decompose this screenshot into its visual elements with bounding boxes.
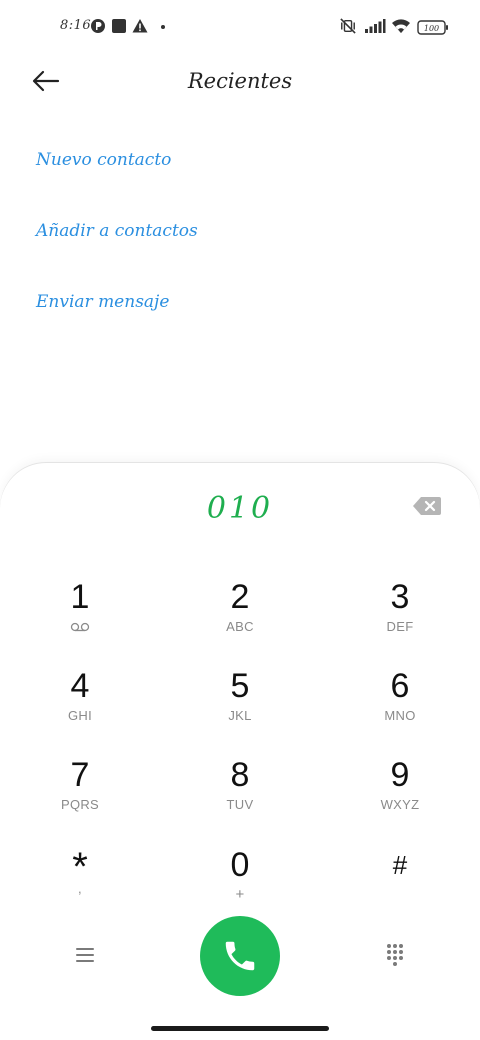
wifi-icon [392, 19, 410, 33]
mute-vibrate-icon [340, 18, 356, 34]
key-letters: WXYZ [380, 797, 420, 812]
dial-key-hash[interactable]: # [340, 845, 460, 925]
key-digit: 5 [230, 667, 250, 705]
key-letters: , [78, 881, 82, 896]
backspace-button[interactable] [412, 495, 442, 517]
key-digit: 0 [230, 846, 250, 884]
key-letters: MNO [384, 708, 416, 723]
key-digit: 1 [70, 578, 90, 616]
dial-key-5[interactable]: 5 JKL [180, 666, 300, 746]
dialpad-icon [387, 944, 403, 966]
page-title: Recientes [187, 69, 293, 93]
add-to-contacts-action[interactable]: Añadir a contactos [36, 219, 198, 243]
dial-key-star[interactable]: * , [20, 845, 140, 925]
status-bar: 8:16 100 [0, 0, 480, 56]
home-indicator[interactable] [151, 1026, 329, 1031]
dial-key-4[interactable]: 4 GHI [20, 666, 140, 746]
new-contact-action[interactable]: Nuevo contacto [36, 148, 171, 172]
dial-key-7[interactable]: 7 PQRS [20, 755, 140, 835]
key-digit: 3 [390, 578, 410, 616]
key-digit: 8 [230, 756, 250, 794]
status-time: 8:16 [60, 18, 92, 33]
key-digit: 9 [390, 756, 410, 794]
key-letters: ABC [226, 619, 254, 634]
menu-button[interactable] [66, 936, 104, 974]
back-button[interactable] [28, 64, 64, 98]
dial-key-1[interactable]: 1 [20, 577, 140, 657]
send-message-action[interactable]: Enviar mensaje [36, 290, 169, 314]
dialed-number-display[interactable]: 010 [0, 486, 480, 532]
key-digit: 6 [390, 667, 410, 705]
dial-key-9[interactable]: 9 WXYZ [340, 755, 460, 835]
phone-icon [225, 941, 255, 971]
key-digit: # [392, 850, 408, 880]
app-notification-icon [91, 19, 105, 33]
warning-icon [132, 19, 148, 33]
menu-icon [76, 948, 94, 962]
key-digit: 4 [70, 667, 90, 705]
dialpad-toggle-button[interactable] [376, 936, 414, 974]
backspace-icon [413, 497, 441, 515]
key-letters: + [235, 886, 245, 903]
back-arrow-icon [32, 70, 60, 92]
key-letters: PQRS [60, 797, 100, 812]
key-digit: 7 [70, 756, 90, 794]
voicemail-icon [70, 622, 90, 632]
key-letters: GHI [67, 708, 92, 723]
key-letters: DEF [386, 619, 414, 634]
dial-key-0[interactable]: 0 + [180, 845, 300, 925]
dial-key-3[interactable]: 3 DEF [340, 577, 460, 657]
call-button[interactable] [200, 916, 280, 996]
more-notifications-dot-icon [161, 25, 165, 29]
dial-key-8[interactable]: 8 TUV [180, 755, 300, 835]
dial-key-2[interactable]: 2 ABC [180, 577, 300, 657]
dial-key-6[interactable]: 6 MNO [340, 666, 460, 746]
signal-strength-icon [365, 19, 386, 33]
battery-icon: 100 [417, 20, 448, 35]
key-digit: 2 [230, 578, 250, 616]
key-letters: JKL [228, 708, 252, 723]
key-letters: TUV [226, 797, 254, 812]
square-notification-icon [112, 19, 126, 33]
battery-level-text: 100 [424, 24, 439, 33]
